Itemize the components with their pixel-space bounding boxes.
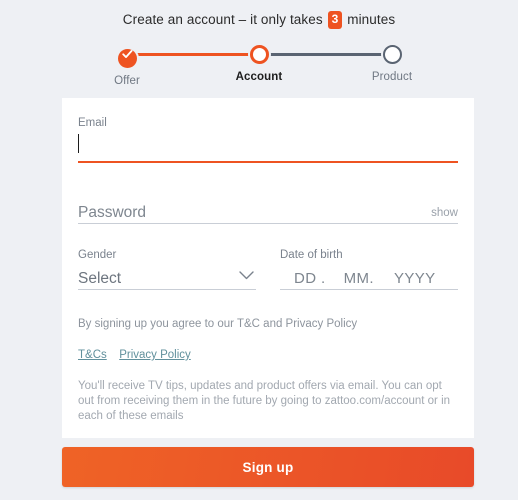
password-show-toggle[interactable]: show <box>431 205 458 223</box>
sign-up-button[interactable]: Sign up <box>62 447 474 487</box>
text-caret <box>78 134 79 153</box>
stepper-step-offer-label: Offer <box>114 75 140 87</box>
email-input[interactable] <box>78 131 458 161</box>
legal-consent-text: By signing up you agree to our T&C and P… <box>78 318 358 330</box>
page-title: Create an account – it only takes 3 minu… <box>0 0 518 29</box>
dob-day-input[interactable]: DD . <box>294 269 326 289</box>
dob-label: Date of birth <box>280 249 343 261</box>
gender-field-group: Gender Select <box>78 248 256 290</box>
password-underline <box>78 223 458 224</box>
gender-dob-row: Gender Select Date of birth DD . MM. YYY… <box>78 248 458 290</box>
minutes-badge: 3 <box>327 11 343 29</box>
legal-links: T&Cs Privacy Policy <box>78 345 458 363</box>
dob-month-input[interactable]: MM. <box>344 269 374 289</box>
password-input[interactable]: Password <box>78 203 146 223</box>
dob-underline <box>280 289 458 290</box>
stepper-step-account-label: Account <box>235 71 283 83</box>
signup-progress-stepper: Offer Account Product <box>114 45 412 87</box>
terms-link[interactable]: T&Cs <box>78 349 107 361</box>
stepper-step-product-label: Product <box>371 71 413 83</box>
check-icon <box>117 49 137 68</box>
gender-select[interactable]: Select <box>78 263 256 289</box>
marketing-note: You'll receive TV tips, updates and prod… <box>78 380 451 422</box>
email-underline <box>78 161 458 163</box>
privacy-policy-link[interactable]: Privacy Policy <box>119 349 191 361</box>
ring-icon-upcoming <box>382 45 402 64</box>
password-field-group: Password show <box>78 197 458 224</box>
stepper-step-offer[interactable]: Offer <box>87 45 167 87</box>
dob-year-input[interactable]: YYYY <box>394 269 436 289</box>
signup-form-card: Email Password show Gender Select Date o… <box>62 98 474 438</box>
stepper-step-product[interactable]: Product <box>352 45 432 83</box>
ring-icon-current <box>249 45 269 64</box>
page-title-text-before: Create an account – it only takes <box>122 12 323 27</box>
chevron-down-icon <box>239 267 256 289</box>
email-field-group: Email <box>78 116 458 163</box>
gender-label: Gender <box>78 249 117 261</box>
email-label: Email <box>78 117 107 129</box>
stepper-step-account[interactable]: Account <box>219 45 299 83</box>
gender-underline <box>78 289 256 290</box>
dob-field-group: Date of birth DD . MM. YYYY <box>280 248 458 290</box>
page-title-text-after: minutes <box>347 12 396 27</box>
gender-select-value: Select <box>78 270 122 287</box>
